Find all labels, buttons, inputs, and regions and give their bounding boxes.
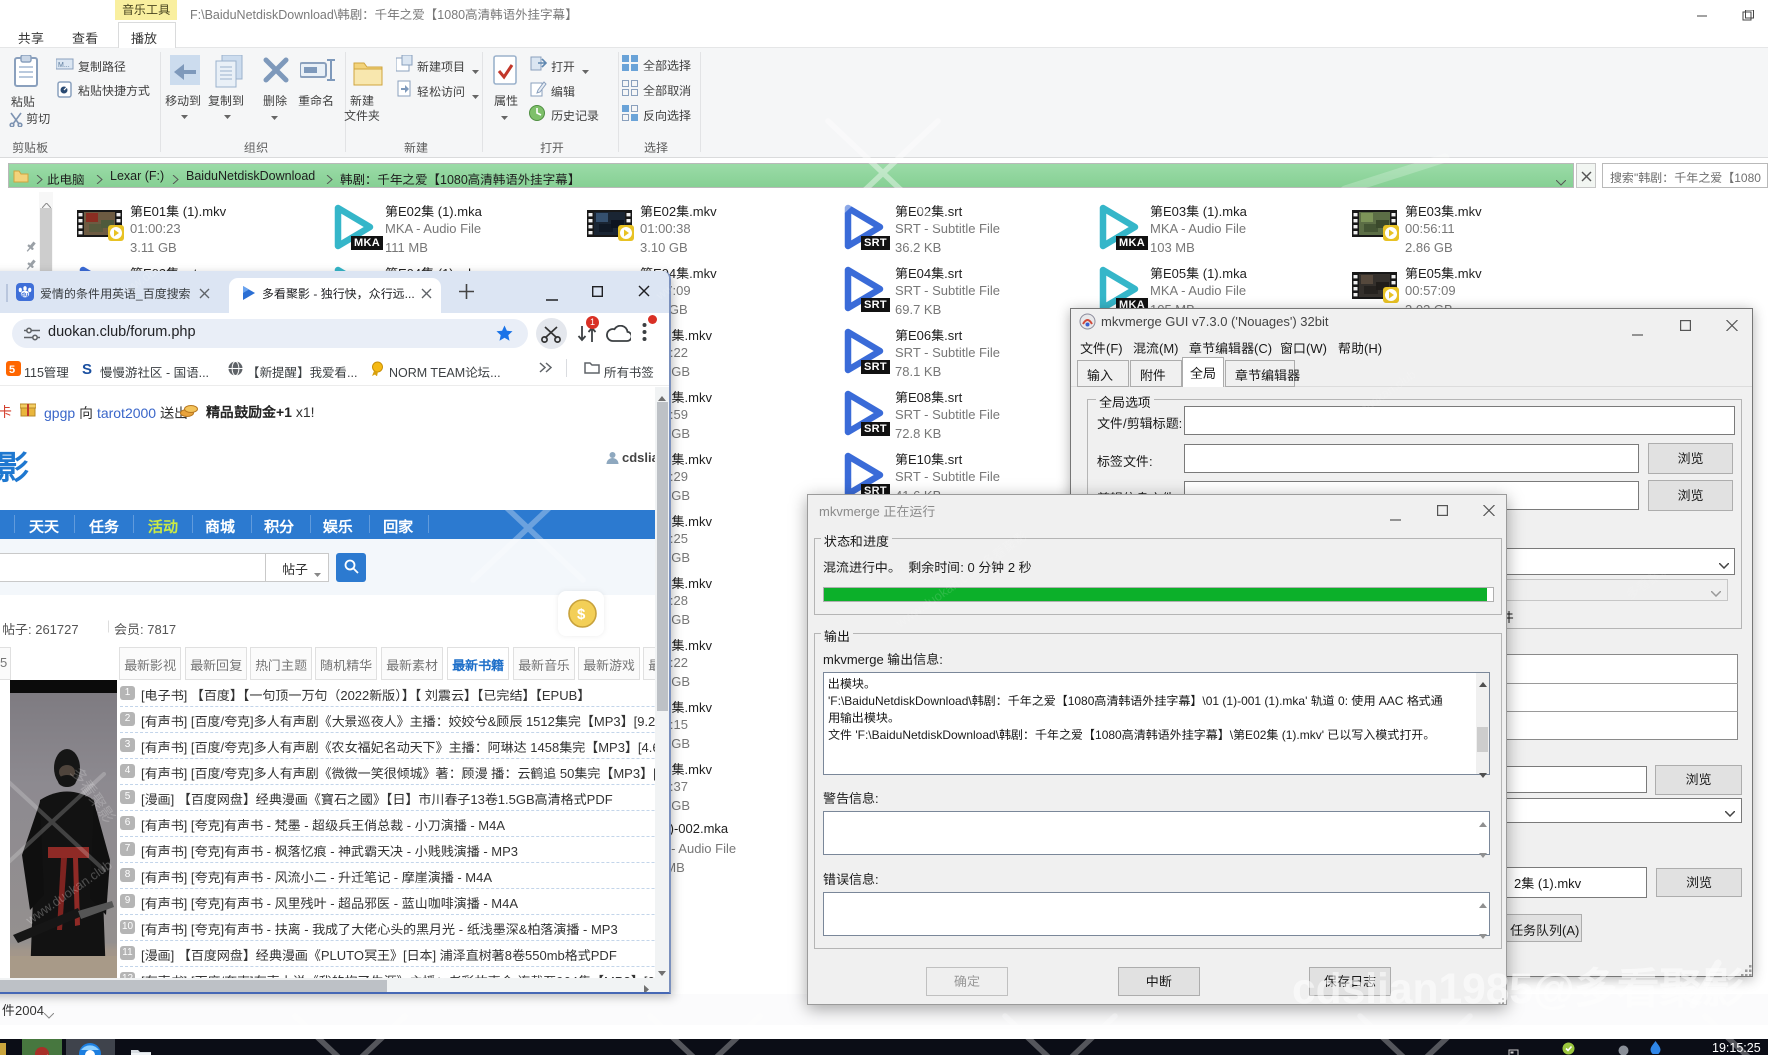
svg-text:5: 5	[9, 364, 15, 376]
svg-text:M...: M...	[58, 62, 70, 69]
svg-text:$: $	[577, 606, 586, 623]
svg-text:du: du	[21, 292, 29, 298]
svg-text:S: S	[82, 361, 92, 376]
